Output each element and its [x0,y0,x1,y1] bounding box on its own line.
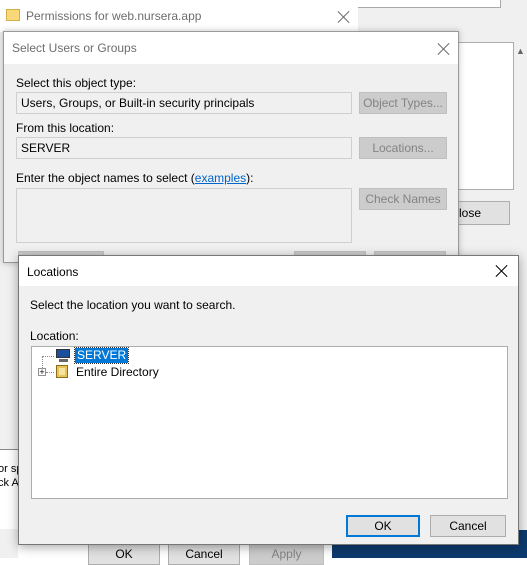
tree-item-label: SERVER [73,347,130,364]
close-icon[interactable] [436,41,452,57]
object-type-label: Select this object type: [16,76,137,90]
location-field: SERVER [16,137,352,159]
select-users-dialog: Select Users or Groups Select this objec… [3,31,459,263]
close-button-label: lose [459,206,482,220]
tree-connector-line [42,356,54,357]
check-names-button: Check Names [359,188,447,210]
close-icon[interactable] [336,9,352,25]
tree-item-label: Entire Directory [76,365,159,379]
object-types-button: Object Types... [359,92,447,114]
location-tree[interactable]: SERVER + Entire Directory [31,346,508,499]
tree-connector-line [46,372,54,373]
ok-button[interactable]: OK [88,543,160,565]
cancel-button[interactable]: Cancel [430,515,506,537]
instruction-text: Select the location you want to search. [30,298,236,312]
title-bar: Permissions for web.nursera.app [0,0,358,32]
expand-icon[interactable]: + [38,368,46,377]
computer-icon [54,349,72,363]
window-frame [358,0,501,8]
dialog-title: Locations [27,265,79,279]
cancel-button[interactable]: Cancel [168,543,240,565]
window-title: Permissions for web.nursera.app [26,9,202,23]
dialog-title-bar: Locations [19,256,518,286]
location-tree-label: Location: [30,329,79,343]
names-label: Enter the object names to select (exampl… [16,171,253,185]
scroll-arrow-icon: ▲ [516,46,525,56]
location-label: From this location: [16,121,115,135]
locations-button: Locations... [359,137,447,159]
locations-dialog: Locations Select the location you want t… [18,255,519,545]
tree-item-server[interactable]: SERVER [54,347,154,364]
close-button-fragment[interactable]: lose [450,201,510,225]
names-label-suffix: ): [246,171,254,185]
close-icon[interactable] [494,263,510,279]
dialog-title-bar: Select Users or Groups [4,32,458,64]
apply-button: Apply [249,543,324,565]
folder-icon [6,9,20,21]
object-type-field: Users, Groups, or Built-in security prin… [16,92,352,114]
names-label-prefix: Enter the object names to select ( [16,171,195,185]
side-text-line: ck A [0,477,19,489]
directory-icon [56,365,68,378]
ok-button[interactable]: OK [346,515,420,537]
side-text-block [0,449,18,529]
tree-item-entire-directory[interactable]: Entire Directory [54,364,194,380]
object-names-input [16,188,352,243]
dialog-title: Select Users or Groups [12,41,137,55]
examples-link[interactable]: examples [195,171,246,185]
